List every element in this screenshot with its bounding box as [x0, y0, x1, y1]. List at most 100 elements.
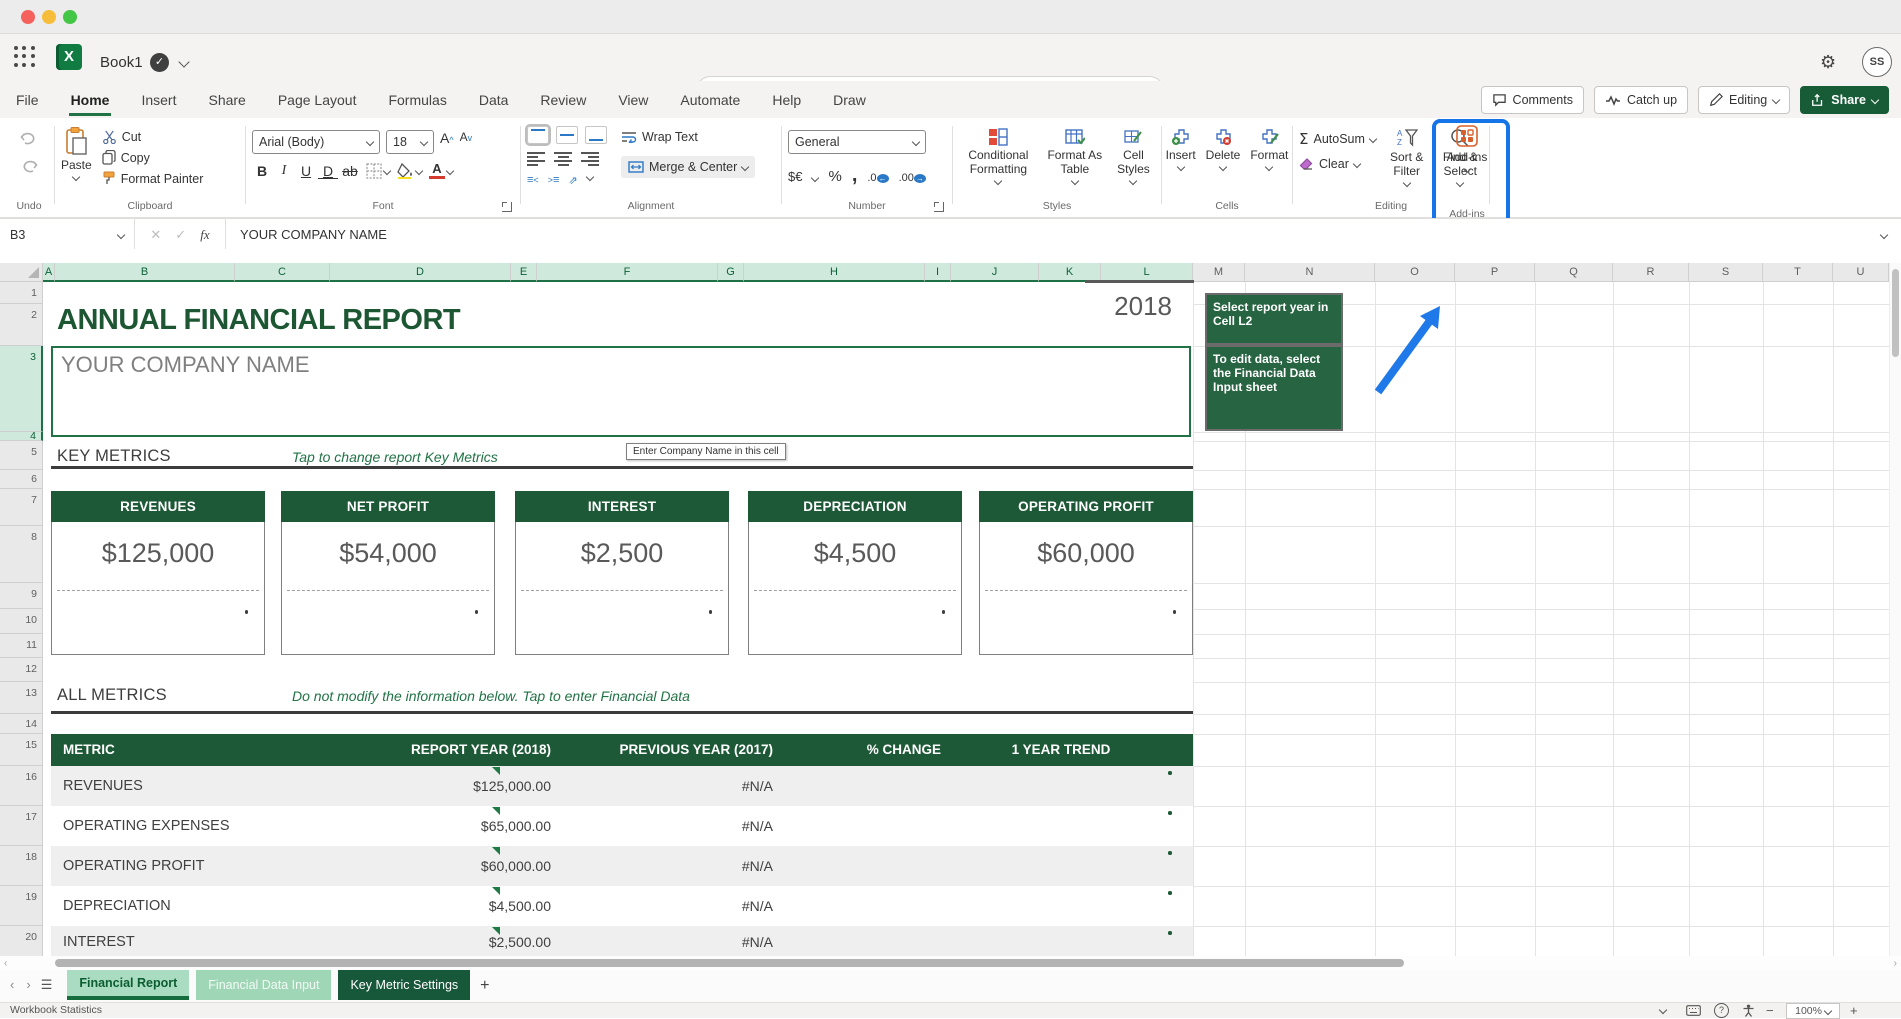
- vertical-scrollbar-thumb[interactable]: [1892, 269, 1899, 357]
- number-format-select[interactable]: General: [788, 130, 926, 154]
- row-header-13[interactable]: 13: [0, 682, 43, 714]
- column-header-S[interactable]: S: [1689, 263, 1763, 282]
- bottom-align-button[interactable]: [585, 126, 607, 144]
- sort-filter-button[interactable]: AZ Sort & Filter: [1384, 128, 1430, 186]
- editing-mode-button[interactable]: Editing: [1698, 86, 1790, 114]
- column-header-J[interactable]: J: [951, 263, 1039, 282]
- row-header-17[interactable]: 17: [0, 806, 43, 846]
- row-header-4[interactable]: 4: [0, 432, 43, 441]
- shrink-font-button[interactable]: Av: [460, 130, 473, 154]
- table-row[interactable]: REVENUES$125,000.00#N/A: [51, 766, 1193, 806]
- row-header-7[interactable]: 7: [0, 489, 43, 526]
- delete-cells-button[interactable]: Delete: [1206, 128, 1241, 170]
- add-sheet-button[interactable]: +: [480, 977, 489, 995]
- fx-icon[interactable]: fx: [200, 227, 209, 243]
- font-color-icon[interactable]: A: [429, 163, 445, 179]
- all-metrics-note[interactable]: Do not modify the information below. Tap…: [292, 688, 690, 704]
- formula-bar-expand-icon[interactable]: [1880, 230, 1888, 238]
- horizontal-scrollbar[interactable]: ‹ ›: [0, 956, 1901, 970]
- row-header-20[interactable]: 20: [0, 926, 43, 958]
- format-as-table-button[interactable]: Format As Table: [1046, 128, 1104, 184]
- menu-tab-view[interactable]: View: [616, 84, 650, 116]
- zoom-in-icon[interactable]: +: [1850, 1003, 1858, 1018]
- menu-tab-review[interactable]: Review: [538, 84, 588, 116]
- currency-format-button[interactable]: $€: [788, 169, 802, 184]
- grow-font-button[interactable]: A^: [440, 130, 454, 154]
- account-avatar[interactable]: SS: [1862, 47, 1892, 77]
- orientation-icon[interactable]: ⇗: [568, 174, 577, 187]
- scroll-right-icon[interactable]: ›: [1894, 958, 1897, 969]
- top-align-button[interactable]: [527, 126, 549, 144]
- select-all-corner[interactable]: [0, 263, 43, 282]
- column-header-U[interactable]: U: [1833, 263, 1889, 282]
- metric-card[interactable]: REVENUES$125,000: [51, 491, 265, 655]
- key-metrics-note[interactable]: Tap to change report Key Metrics: [292, 449, 498, 465]
- keyboard-icon[interactable]: [1686, 1005, 1701, 1016]
- workbook-title[interactable]: Book1: [100, 54, 143, 71]
- app-launcher-icon[interactable]: [14, 46, 36, 68]
- next-sheet-icon[interactable]: ›: [26, 977, 30, 992]
- clear-button[interactable]: Clear: [1299, 157, 1376, 171]
- menu-tab-home[interactable]: Home: [69, 84, 112, 116]
- scroll-left-icon[interactable]: ‹: [4, 958, 7, 969]
- row-header-6[interactable]: 6: [0, 470, 43, 489]
- autosum-button[interactable]: Σ AutoSum: [1299, 130, 1376, 148]
- sheet-tab-financial-data-input[interactable]: Financial Data Input: [196, 970, 331, 1000]
- menu-tab-formulas[interactable]: Formulas: [386, 84, 448, 116]
- insert-cells-button[interactable]: Insert: [1166, 128, 1196, 170]
- format-cells-button[interactable]: Format: [1250, 128, 1288, 170]
- help-icon[interactable]: ?: [1714, 1003, 1729, 1018]
- saved-status-icon[interactable]: ✓: [150, 53, 169, 72]
- title-chevron-icon[interactable]: [178, 56, 189, 67]
- row-header-15[interactable]: 15: [0, 734, 43, 766]
- catch-up-button[interactable]: Catch up: [1594, 86, 1688, 114]
- merge-center-button[interactable]: Merge & Center: [621, 156, 755, 178]
- redo-icon[interactable]: [20, 158, 38, 174]
- workbook-statistics-button[interactable]: Workbook Statistics: [10, 1004, 102, 1016]
- menu-tab-file[interactable]: File: [14, 84, 41, 116]
- sheet-tab-financial-report[interactable]: Financial Report: [67, 970, 189, 1000]
- fill-color-icon[interactable]: [397, 163, 414, 179]
- settings-gear-icon[interactable]: ⚙: [1820, 52, 1836, 73]
- copy-button[interactable]: Copy: [102, 150, 204, 165]
- metric-card[interactable]: NET PROFIT$54,000: [281, 491, 495, 655]
- row-header-1[interactable]: 1: [0, 282, 43, 304]
- row-header-5[interactable]: 5: [0, 441, 43, 470]
- accessibility-icon[interactable]: [1742, 1004, 1755, 1017]
- status-chevron-icon[interactable]: [1659, 1006, 1667, 1014]
- cell-styles-button[interactable]: Cell Styles: [1112, 128, 1155, 184]
- center-button[interactable]: [554, 152, 572, 164]
- excel-logo-icon[interactable]: X: [56, 44, 82, 70]
- row-header-19[interactable]: 19: [0, 886, 43, 926]
- undo-icon[interactable]: [20, 130, 38, 146]
- row-header-10[interactable]: 10: [0, 609, 43, 634]
- cut-button[interactable]: Cut: [102, 130, 204, 144]
- row-header-11[interactable]: 11: [0, 634, 43, 658]
- horizontal-scrollbar-thumb[interactable]: [55, 959, 1404, 967]
- column-header-M[interactable]: M: [1193, 263, 1245, 282]
- name-box[interactable]: B3: [0, 219, 135, 250]
- increase-indent-icon[interactable]: >≡: [548, 174, 560, 187]
- menu-tab-page-layout[interactable]: Page Layout: [276, 84, 359, 116]
- font-size-select[interactable]: 18: [386, 130, 434, 154]
- format-painter-button[interactable]: Format Painter: [102, 171, 204, 186]
- vertical-scrollbar[interactable]: [1889, 263, 1901, 956]
- conditional-formatting-button[interactable]: Conditional Formatting: [959, 128, 1038, 184]
- column-header-C[interactable]: C: [235, 263, 330, 282]
- column-header-G[interactable]: G: [718, 263, 744, 282]
- percent-style-button[interactable]: %: [828, 168, 841, 185]
- column-header-I[interactable]: I: [925, 263, 951, 282]
- row-header-9[interactable]: 9: [0, 583, 43, 609]
- metric-card[interactable]: OPERATING PROFIT$60,000: [979, 491, 1193, 655]
- close-traffic-light[interactable]: [21, 10, 35, 24]
- italic-button[interactable]: I: [274, 163, 294, 179]
- row-header-12[interactable]: 12: [0, 658, 43, 682]
- menu-tab-share[interactable]: Share: [206, 84, 247, 116]
- decrease-decimal-button[interactable]: .0←: [867, 172, 888, 184]
- comments-button[interactable]: Comments: [1481, 86, 1584, 114]
- column-header-B[interactable]: B: [55, 263, 235, 282]
- report-title-cell[interactable]: ANNUAL FINANCIAL REPORT: [57, 304, 460, 337]
- menu-tab-insert[interactable]: Insert: [139, 84, 178, 116]
- decrease-indent-icon[interactable]: ≡<: [527, 174, 539, 187]
- sheet-tab-key-metric-settings[interactable]: Key Metric Settings: [338, 970, 470, 1000]
